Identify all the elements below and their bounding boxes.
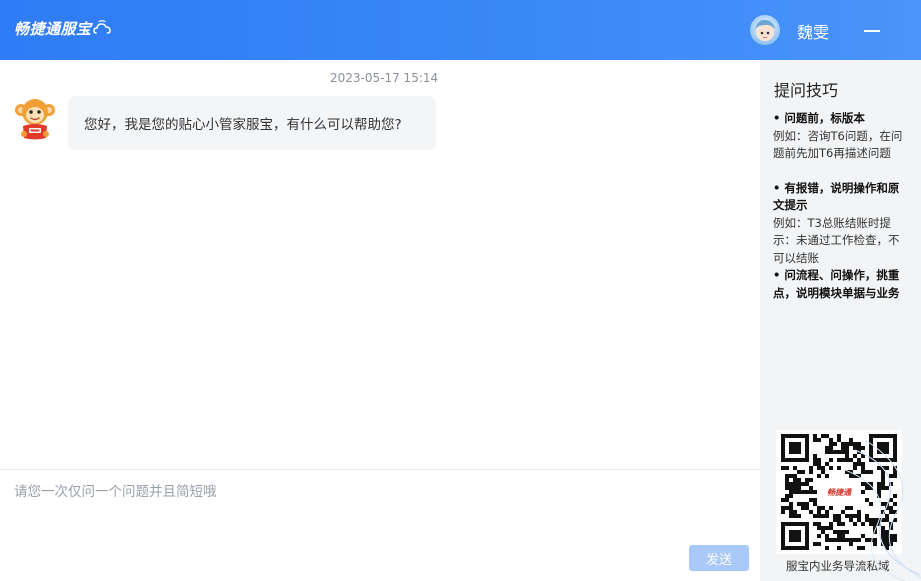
user-avatar-image	[755, 19, 775, 41]
bot-message-bubble: 您好，我是您的贴心小管家服宝，有什么可以帮助您?	[68, 96, 436, 150]
sidebar-title: 提问技巧	[774, 81, 839, 100]
send-button[interactable]: 发送	[689, 545, 749, 571]
message-timestamp: 2023-05-17 15:14	[330, 71, 439, 85]
bot-monkey-avatar-icon	[15, 99, 55, 140]
tip-item: • 问题前，标版本 例如：咨询T6问题，在问题前先加T6再描述问题	[773, 110, 903, 163]
tips-list: • 问题前，标版本 例如：咨询T6问题，在问题前先加T6再描述问题 • 有报错，…	[773, 110, 903, 302]
logo-text: 畅捷通服宝	[14, 20, 92, 38]
username[interactable]: 魏雯	[797, 19, 829, 43]
tip-item: • 问流程、问操作，挑重点，说明模块单据与业务	[773, 267, 903, 302]
user-avatar[interactable]	[750, 15, 780, 45]
qr-code: 畅捷通	[776, 430, 902, 554]
tips-sidebar: 提问技巧 • 问题前，标版本 例如：咨询T6问题，在问题前先加T6再描述问题 •…	[760, 60, 921, 581]
qr-code-image: 畅捷通	[781, 434, 897, 550]
message-input[interactable]	[14, 480, 744, 550]
qr-logo-text: 畅捷通	[827, 488, 853, 497]
chat-area: 2023-05-17 15:14 您好，我是您的贴心小管家服宝，有什么可以帮助您…	[0, 60, 760, 470]
tip-heading: • 问流程、问操作，挑重点，说明模块单据与业务	[773, 268, 900, 300]
input-area: 发送	[0, 469, 760, 581]
qr-caption: 服宝内业务导流私域	[786, 559, 890, 573]
tip-body: 例如：咨询T6问题，在问题前先加T6再描述问题	[773, 128, 903, 161]
tip-item: • 有报错，说明操作和原文提示 例如：T3总账结账时提示：未通过工作检查，不可以…	[773, 180, 903, 268]
minimize-icon[interactable]	[864, 24, 882, 38]
tip-body: 例如：T3总账结账时提示：未通过工作检查，不可以结账	[773, 215, 900, 265]
tip-heading: • 有报错，说明操作和原文提示	[773, 180, 900, 213]
app-header: 畅捷通服宝 魏雯	[0, 0, 921, 60]
tip-heading: • 问题前，标版本	[773, 111, 865, 125]
app-logo: 畅捷通服宝	[14, 18, 113, 39]
logo-cloud-icon	[92, 19, 111, 34]
